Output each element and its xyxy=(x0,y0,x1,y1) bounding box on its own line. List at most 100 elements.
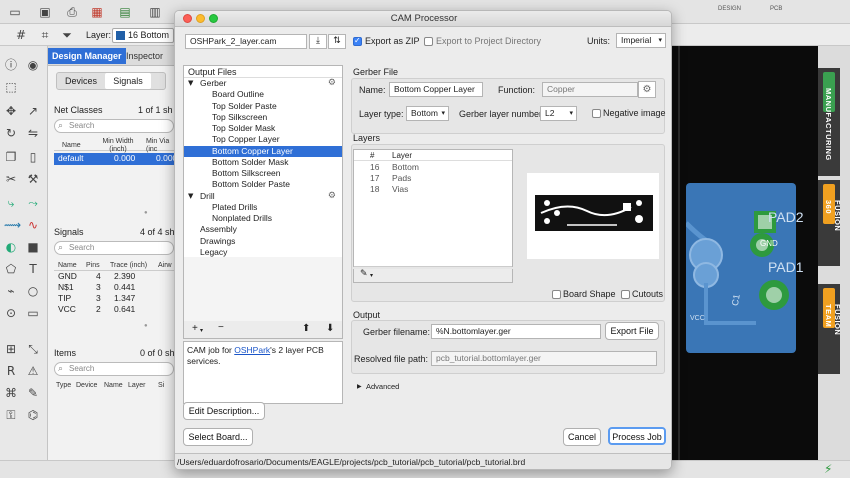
move-up-icon[interactable]: ⬆ xyxy=(302,323,310,334)
units-select[interactable]: Imperial ▾ xyxy=(616,33,666,48)
col-signal-pins[interactable]: Pins xyxy=(86,262,100,270)
signal-row[interactable]: N$1 3 0.441 xyxy=(54,282,178,293)
fusion-360-tab[interactable]: FUSION 360 xyxy=(818,180,842,266)
tree-item[interactable]: Board Outline xyxy=(184,89,342,100)
grid-settings-icon[interactable]: ⌗ xyxy=(38,28,52,42)
manufacturing-tab[interactable]: MANUFACTURING xyxy=(818,68,840,176)
pcb-board[interactable]: PAD2 PAD1 GND C1 VCC xyxy=(686,183,804,353)
col-signal-name[interactable]: Name xyxy=(58,262,77,270)
layer-select[interactable]: 16 Bottom xyxy=(112,28,174,43)
signal-row[interactable]: GND 4 2.390 xyxy=(54,271,178,282)
col-min-width[interactable]: Min Width (inch) xyxy=(98,138,138,154)
function-input[interactable]: Copper xyxy=(542,82,638,97)
tree-item[interactable]: Plated Drills xyxy=(184,202,342,213)
tree-item[interactable]: Top Solder Mask xyxy=(184,123,342,134)
tree-item[interactable]: Drawings xyxy=(184,236,342,247)
fusion-team-tab[interactable]: FUSION TEAM xyxy=(818,284,842,374)
tree-item[interactable]: ▼ Gerber ⚙ xyxy=(184,78,342,89)
lock-icon[interactable]: ⚿ xyxy=(4,408,18,422)
arrow-icon[interactable]: ↗ xyxy=(26,104,40,118)
dimension-icon[interactable]: ⊞ xyxy=(4,342,18,356)
change-icon[interactable]: ✎ xyxy=(26,386,40,400)
hole-icon[interactable]: ⊙ xyxy=(4,306,18,320)
attribute-icon[interactable]: ⌘ xyxy=(4,386,18,400)
cutouts-checkbox[interactable] xyxy=(621,290,630,299)
col-item-signal[interactable]: Si xyxy=(158,382,164,390)
measure-icon[interactable]: ⤡ xyxy=(26,342,40,356)
gerber-filename-input[interactable]: %N.bottomlayer.ger xyxy=(431,324,601,339)
signal-row[interactable]: VCC 2 0.641 xyxy=(54,304,178,315)
layer-row[interactable]: 17 Pads xyxy=(354,173,512,184)
cam-icon[interactable]: ▥ xyxy=(148,5,162,19)
gear-icon[interactable]: ⚙ xyxy=(328,191,336,202)
copy-icon[interactable]: ❐ xyxy=(4,150,18,164)
pcb-label[interactable]: PCB xyxy=(770,6,782,12)
advanced-toggle[interactable]: Advanced xyxy=(366,382,399,391)
tag-icon[interactable]: ⌬ xyxy=(26,408,40,422)
gerber-layer-select[interactable]: L2 ▾ xyxy=(540,106,577,121)
col-signal-trace[interactable]: Trace (inch) xyxy=(110,262,147,270)
add-icon[interactable]: + xyxy=(192,323,198,334)
polygon-fill-icon[interactable]: ■ xyxy=(26,240,40,254)
name-input[interactable]: Bottom Copper Layer xyxy=(389,82,483,97)
drc-icon[interactable]: R xyxy=(4,364,18,378)
layer-edit-icon[interactable]: ✎ xyxy=(360,269,368,279)
select-icon[interactable]: ⬚ xyxy=(4,80,18,94)
disclosure-triangle-icon[interactable]: ▼ xyxy=(188,78,193,89)
disclosure-triangle-icon[interactable]: ▼ xyxy=(188,191,193,202)
col-signal-airwire[interactable]: Airw xyxy=(158,262,172,270)
lightning-icon[interactable]: ⚡ xyxy=(824,462,832,476)
splitter-dot[interactable]: ● xyxy=(144,323,148,329)
tree-item[interactable]: Top Copper Layer xyxy=(184,134,342,145)
function-gear-icon[interactable]: ⚙ xyxy=(638,81,656,98)
cancel-button[interactable]: Cancel xyxy=(563,428,601,446)
tree-item[interactable]: Bottom Copper Layer xyxy=(184,145,342,157)
subtab-signals[interactable]: Signals xyxy=(105,73,151,89)
export-file-button[interactable]: Export File xyxy=(605,322,659,340)
save-job-icon[interactable]: ⇅ xyxy=(328,34,346,49)
meander-icon[interactable]: ∿ xyxy=(26,218,40,232)
text-icon[interactable]: T xyxy=(26,262,40,276)
col-item-name[interactable]: Name xyxy=(104,382,123,390)
circle-icon[interactable]: ○ xyxy=(26,284,40,298)
rect-icon[interactable]: ▭ xyxy=(26,306,40,320)
schematic-icon[interactable]: ▦ xyxy=(90,5,104,19)
delete-icon[interactable]: ✂ xyxy=(4,172,18,186)
tab-design-manager[interactable]: Design Manager xyxy=(48,48,126,64)
job-file-select[interactable]: OSHPark_2_layer.cam xyxy=(185,34,307,49)
route-icon[interactable]: ⤷ xyxy=(4,196,18,210)
erc-icon[interactable]: ⚠ xyxy=(26,364,40,378)
edit-description-button[interactable]: Edit Description... xyxy=(183,402,265,420)
mirror-icon[interactable]: ⇋ xyxy=(26,126,40,140)
col-item-type[interactable]: Type xyxy=(56,382,71,390)
via-icon[interactable]: ◐ xyxy=(4,240,18,254)
design-label[interactable]: DESIGN xyxy=(718,6,741,12)
filter-icon[interactable]: ⏷ xyxy=(60,28,74,42)
negative-image-checkbox[interactable] xyxy=(592,109,601,118)
remove-icon[interactable]: − xyxy=(218,322,224,333)
board-shape-checkbox[interactable] xyxy=(552,290,561,299)
tab-inspector[interactable]: Inspector xyxy=(122,48,167,64)
col-layer-name[interactable]: Layer xyxy=(392,151,412,160)
splitter-dot[interactable]: ● xyxy=(144,210,148,216)
tree-item[interactable]: ▼ Drill ⚙ xyxy=(184,191,342,202)
tree-item[interactable]: Bottom Solder Mask xyxy=(184,157,342,168)
oshpark-link[interactable]: OSHPark xyxy=(234,345,270,355)
layer-type-select[interactable]: Bottom ▾ xyxy=(406,106,449,121)
eye-icon[interactable]: ◉ xyxy=(26,58,40,72)
folder-icon[interactable]: ▭ xyxy=(8,5,22,19)
move-icon[interactable]: ✥ xyxy=(4,104,18,118)
export-zip-checkbox[interactable] xyxy=(353,36,362,46)
tree-item[interactable]: Nonplated Drills xyxy=(184,213,342,224)
board-icon[interactable]: ▤ xyxy=(118,5,132,19)
col-layer-num[interactable]: # xyxy=(370,151,374,160)
paste-icon[interactable]: ▯ xyxy=(26,150,40,164)
chevron-down-icon[interactable]: ▾ xyxy=(370,272,373,279)
signals-search[interactable]: Search xyxy=(54,241,174,255)
net-classes-search[interactable]: Search xyxy=(54,119,174,133)
print-icon[interactable]: ⎙ xyxy=(65,5,79,19)
layer-row[interactable]: 18 Vias xyxy=(354,184,512,195)
col-name[interactable]: Name xyxy=(62,142,81,150)
rotate-icon[interactable]: ↻ xyxy=(4,126,18,140)
wrench-icon[interactable]: ⚒ xyxy=(26,172,40,186)
